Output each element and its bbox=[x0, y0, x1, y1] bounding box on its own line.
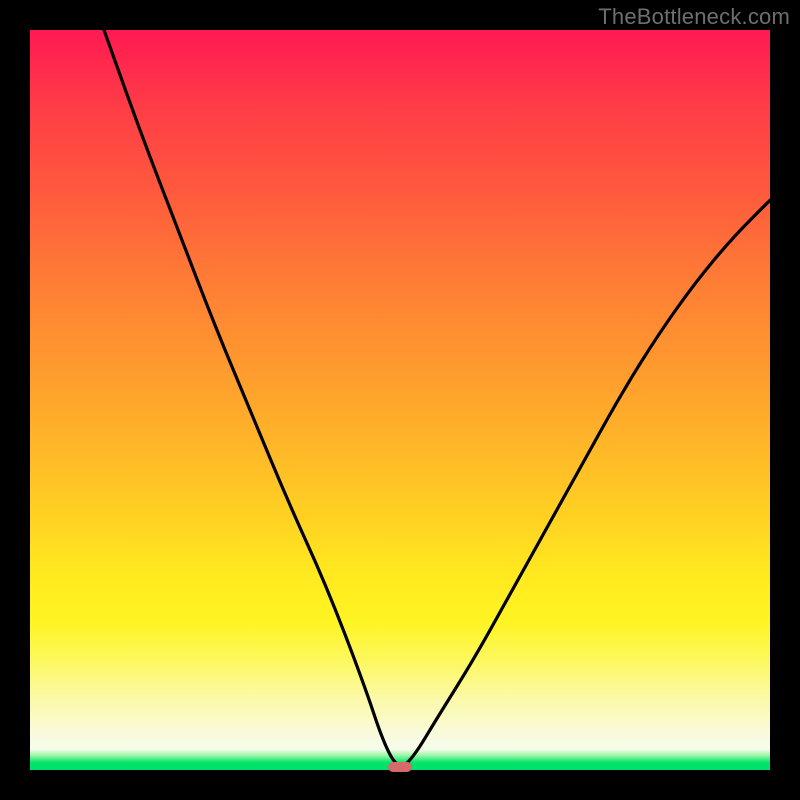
curve-svg bbox=[30, 30, 770, 770]
minimum-marker bbox=[388, 762, 412, 772]
bottleneck-curve bbox=[104, 30, 770, 766]
watermark-text: TheBottleneck.com bbox=[598, 4, 790, 30]
chart-frame: TheBottleneck.com bbox=[0, 0, 800, 800]
plot-area bbox=[30, 30, 770, 770]
